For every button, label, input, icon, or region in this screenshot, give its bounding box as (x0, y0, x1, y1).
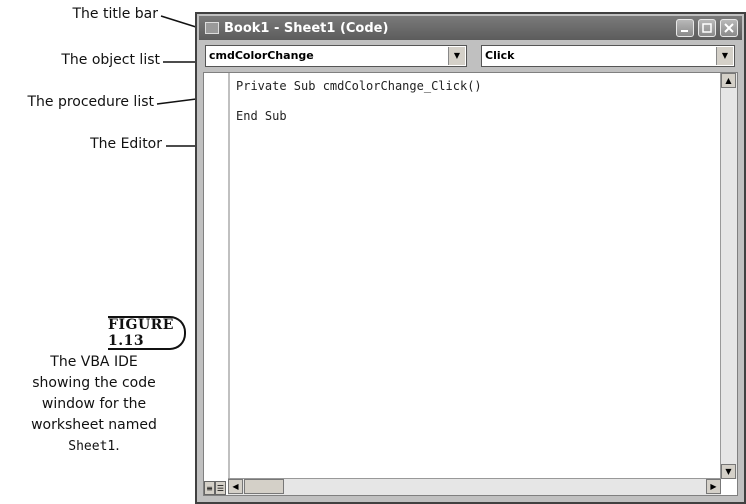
chevron-right-icon: ▶ (710, 482, 717, 491)
caption-line: window for the (41, 396, 147, 412)
code-line[interactable]: Private Sub cmdColorChange_Click() (236, 79, 482, 94)
caption-line: The VBA IDE (50, 354, 138, 370)
callout-object-list: The object list (61, 52, 160, 68)
caption-line: worksheet named (31, 417, 157, 433)
caption-end: . (115, 438, 120, 454)
object-list-dropdown-button[interactable]: ▼ (448, 47, 465, 65)
object-list-value: cmdColorChange (209, 49, 314, 62)
vertical-scrollbar[interactable]: ▲ ▼ (720, 73, 737, 479)
callout-title-bar: The title bar (72, 6, 158, 22)
maximize-button[interactable] (698, 19, 716, 37)
callout-editor: The Editor (90, 136, 162, 152)
procedure-list-dropdown-button[interactable]: ▼ (716, 47, 733, 65)
title-bar[interactable]: Book1 - Sheet1 (Code) (199, 16, 742, 40)
full-module-view-icon: ☰ (216, 483, 225, 493)
code-line[interactable] (236, 94, 482, 109)
chevron-down-icon: ▼ (721, 51, 729, 60)
code-window-icon[interactable] (205, 22, 219, 34)
close-icon (724, 23, 734, 33)
code-line[interactable]: End Sub (236, 109, 482, 124)
minimize-button[interactable] (676, 19, 694, 37)
object-list[interactable]: cmdColorChange ▼ (205, 45, 467, 67)
scroll-up-button[interactable]: ▲ (721, 73, 736, 88)
close-button[interactable] (720, 19, 738, 37)
caption-line: Sheet1. (0, 436, 188, 457)
code-window: Book1 - Sheet1 (Code) cmdColorChange ▼ C… (195, 12, 746, 504)
window-title: Book1 - Sheet1 (Code) (224, 20, 389, 36)
maximize-icon (702, 23, 712, 33)
scroll-thumb[interactable] (244, 479, 284, 494)
scroll-right-button[interactable]: ▶ (706, 479, 721, 494)
caption-code: Sheet1 (68, 439, 116, 454)
caption-line: showing the code (32, 375, 156, 391)
chevron-down-icon: ▼ (725, 467, 732, 476)
code-editor[interactable]: Private Sub cmdColorChange_Click() End Su… (203, 72, 738, 496)
chevron-up-icon: ▲ (725, 76, 732, 85)
scroll-down-button[interactable]: ▼ (721, 464, 736, 479)
figure-badge: FIGURE 1.13 (108, 316, 186, 350)
full-module-view-button[interactable]: ☰ (215, 481, 226, 495)
callout-procedure-list: The procedure list (27, 94, 154, 110)
scroll-left-button[interactable]: ◀ (228, 479, 243, 494)
procedure-view-button[interactable]: ≡ (204, 481, 215, 495)
chevron-left-icon: ◀ (232, 482, 239, 491)
procedure-view-icon: ≡ (206, 483, 213, 493)
procedure-list-value: Click (485, 49, 515, 62)
figure-caption: The VBA IDE showing the code window for … (0, 352, 188, 457)
minimize-icon (681, 30, 688, 32)
chevron-down-icon: ▼ (453, 51, 461, 60)
margin-indicator-bar[interactable] (204, 73, 230, 495)
procedure-list[interactable]: Click ▼ (481, 45, 735, 67)
horizontal-scrollbar[interactable]: ◀ ▶ (228, 478, 721, 495)
code-text[interactable]: Private Sub cmdColorChange_Click() End Su… (236, 79, 482, 124)
